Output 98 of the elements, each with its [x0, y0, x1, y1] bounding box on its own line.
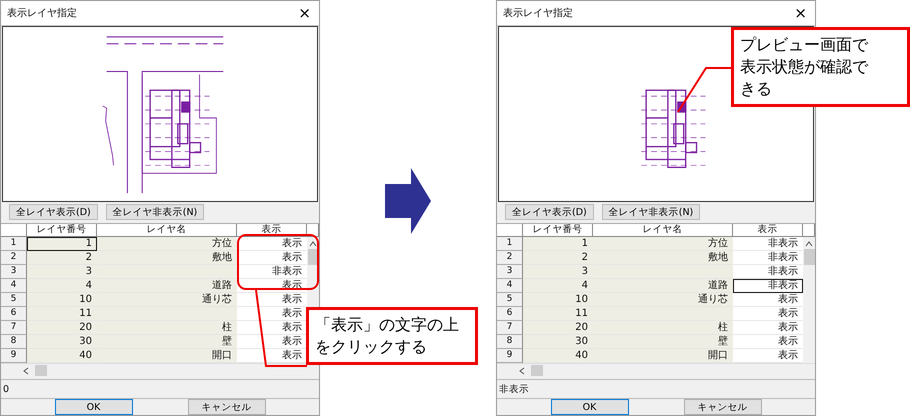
table-cell[interactable]: 表示 [733, 335, 803, 350]
status-text: 非表示 [499, 382, 529, 396]
up-chevron-icon[interactable] [309, 240, 317, 247]
row-header[interactable]: 4 [1, 278, 27, 293]
scroll-thumb[interactable] [804, 248, 814, 265]
table-cell: 壁 [593, 335, 733, 350]
table-cell: 3 [27, 264, 97, 279]
table-cell[interactable]: 表示 [733, 306, 803, 321]
hide-all-button[interactable]: 全レイヤ非表示(N) [106, 204, 204, 220]
table-cell: 11 [27, 306, 97, 321]
table-cell: 10 [523, 292, 593, 307]
column-header[interactable]: レイヤ番号 [27, 224, 97, 237]
row-header[interactable]: 6 [1, 306, 27, 321]
table-cell: 壁 [97, 335, 237, 350]
ok-button[interactable]: OK [550, 399, 628, 415]
vertical-scrollbar[interactable] [803, 236, 815, 364]
row-header[interactable]: 9 [1, 349, 27, 364]
table-cell: 1 [27, 236, 97, 251]
cancel-button[interactable]: キャンセル [188, 399, 266, 415]
table-cell: 4 [27, 278, 97, 293]
table-cell[interactable]: 非表示 [237, 264, 307, 279]
close-button[interactable]: × [792, 4, 809, 21]
close-button[interactable]: × [296, 4, 313, 21]
table-cell: 開口 [593, 349, 733, 364]
table-cell[interactable]: 表示 [237, 349, 307, 364]
left-chevron-icon[interactable] [23, 366, 29, 375]
scroll-thumb[interactable] [531, 365, 543, 376]
column-header[interactable]: レイヤ名 [593, 224, 733, 237]
table-cell: 通り芯 [593, 292, 733, 307]
row-header[interactable]: 3 [497, 264, 523, 279]
table-cell: 通り芯 [97, 292, 237, 307]
table-cell: 開口 [97, 349, 237, 364]
row-header[interactable]: 1 [497, 236, 523, 251]
table-cell: 敷地 [97, 250, 237, 265]
table-cell: 4 [523, 278, 593, 293]
table-cell: 2 [27, 250, 97, 265]
table-cell: 11 [523, 306, 593, 321]
window-title: 表示レイヤ指定 [503, 6, 573, 20]
table-cell: 40 [523, 349, 593, 364]
table-cell[interactable]: 表示 [237, 236, 307, 251]
row-header[interactable]: 2 [1, 250, 27, 265]
column-header[interactable]: レイヤ名 [97, 224, 237, 237]
row-header[interactable]: 9 [497, 349, 523, 364]
row-header[interactable]: 5 [497, 292, 523, 307]
hide-all-button[interactable]: 全レイヤ非表示(N) [602, 204, 700, 220]
row-header[interactable]: 7 [497, 321, 523, 336]
show-all-button[interactable]: 全レイヤ表示(D) [9, 204, 98, 220]
table-cell[interactable]: 表示 [237, 335, 307, 350]
table-cell: 10 [27, 292, 97, 307]
show-all-button[interactable]: 全レイヤ表示(D) [505, 204, 594, 220]
table-cell: 30 [27, 335, 97, 350]
row-header[interactable]: 3 [1, 264, 27, 279]
column-header[interactable]: 表示 [733, 224, 803, 237]
row-header[interactable]: 2 [497, 250, 523, 265]
row-header[interactable]: 7 [1, 321, 27, 336]
row-header[interactable]: 8 [1, 335, 27, 350]
table-cell: 柱 [97, 321, 237, 336]
table-cell[interactable]: 非表示 [733, 250, 803, 265]
table-cell[interactable]: 非表示 [733, 236, 803, 251]
table-cell: 道路 [97, 278, 237, 293]
table-cell[interactable]: 表示 [237, 292, 307, 307]
callout-text: 「表示」の文字の上 をクリックする [315, 314, 460, 358]
table-cell: 3 [523, 264, 593, 279]
table-cell: 方位 [97, 236, 237, 251]
table-cell: 1 [523, 236, 593, 251]
table-cell[interactable]: 表示 [733, 349, 803, 364]
window-title: 表示レイヤ指定 [7, 6, 77, 20]
right-arrow-icon [385, 168, 431, 234]
horizontal-scrollbar[interactable] [497, 363, 815, 378]
row-header[interactable]: 5 [1, 292, 27, 307]
table-cell[interactable]: 非表示 [733, 264, 803, 279]
row-header[interactable]: 1 [1, 236, 27, 251]
scroll-thumb[interactable] [35, 365, 47, 376]
table-cell: 2 [523, 250, 593, 265]
table-cell[interactable]: 表示 [733, 292, 803, 307]
up-chevron-icon[interactable] [805, 240, 813, 247]
ok-button[interactable]: OK [54, 399, 132, 415]
table-cell: 30 [523, 335, 593, 350]
table-cell: 方位 [593, 236, 733, 251]
table-cell: 20 [27, 321, 97, 336]
table-cell: 40 [27, 349, 97, 364]
row-header[interactable]: 6 [497, 306, 523, 321]
row-header[interactable]: 4 [497, 278, 523, 293]
table-cell[interactable]: 表示 [237, 321, 307, 336]
column-header[interactable]: レイヤ番号 [523, 224, 593, 237]
table-cell: 20 [523, 321, 593, 336]
table-cell[interactable]: 非表示 [733, 278, 803, 293]
status-text: 0 [3, 384, 10, 395]
table-cell: 柱 [593, 321, 733, 336]
table-cell[interactable]: 表示 [237, 250, 307, 265]
left-chevron-icon[interactable] [519, 366, 525, 375]
callout-text: プレビュー画面で 表示状態が確認で きる [740, 34, 870, 100]
table-cell: 敷地 [593, 250, 733, 265]
table-cell: 道路 [593, 278, 733, 293]
row-header[interactable]: 8 [497, 335, 523, 350]
table-cell[interactable]: 表示 [733, 321, 803, 336]
scroll-thumb[interactable] [308, 248, 318, 265]
cancel-button[interactable]: キャンセル [684, 399, 762, 415]
